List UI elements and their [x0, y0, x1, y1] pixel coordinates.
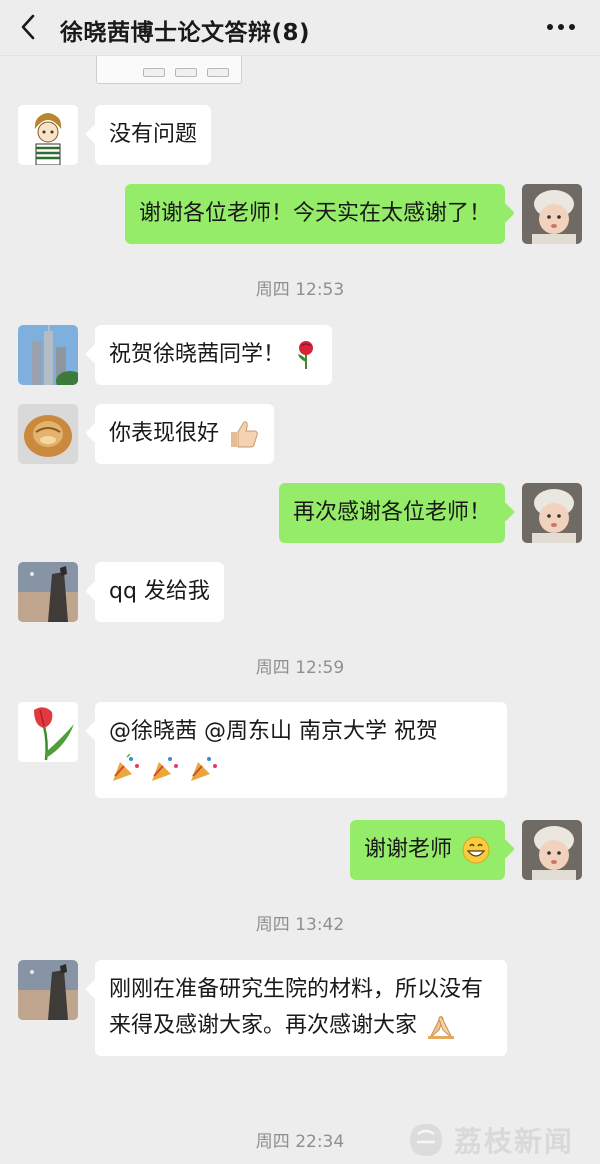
avatar-building[interactable] — [18, 325, 78, 385]
timestamp: 周四 12:53 — [255, 280, 345, 300]
timestamp: 周四 13:42 — [255, 915, 345, 935]
message-bubble[interactable]: 祝贺徐晓茜同学！ — [95, 325, 333, 385]
avatar-self-baby[interactable] — [522, 483, 582, 543]
litchi-news-icon — [410, 1124, 442, 1156]
timestamp: 周四 12:59 — [255, 658, 345, 678]
message-bubble[interactable]: 刚刚在准备研究生院的材料，所以没有来得及感谢大家。再次感谢大家 — [95, 960, 507, 1056]
more-options-icon[interactable] — [544, 12, 578, 42]
avatar-self-baby[interactable] — [522, 184, 582, 244]
grin-emoji — [462, 836, 490, 864]
message-bubble[interactable]: @徐晓茜 @周东山 南京大学 祝贺 — [95, 702, 507, 798]
message-list[interactable]: 没有问题 谢谢各位老师！今天实在太感谢了！ 周四 12:53 祝贺徐晓茜同学！ — [0, 56, 600, 1164]
avatar-cliff[interactable] — [18, 562, 78, 622]
party-popper-emoji — [191, 757, 217, 781]
rose-emoji — [298, 341, 314, 369]
avatar-self-baby[interactable] — [522, 820, 582, 880]
message-bubble-self[interactable]: 再次感谢各位老师！ — [278, 483, 505, 543]
back-arrow-icon[interactable] — [14, 12, 44, 42]
message-bubble-self[interactable]: 谢谢老师 — [349, 820, 505, 880]
thumbs-up-emoji — [231, 421, 258, 448]
chat-header: 徐晓茜博士论文答辩(8) — [0, 0, 600, 56]
message-bubble[interactable]: qq 发给我 — [95, 562, 224, 622]
message-bubble[interactable]: 没有问题 — [95, 105, 212, 165]
avatar-cliff[interactable] — [18, 960, 78, 1020]
watermark-text: 荔枝新闻 — [454, 1125, 575, 1158]
image-message-thumbnail[interactable] — [96, 56, 242, 84]
avatar-tulip[interactable] — [18, 702, 78, 762]
chat-title: 徐晓茜博士论文答辩(8) — [60, 20, 311, 46]
party-popper-emoji-group — [109, 754, 219, 781]
message-bubble[interactable]: 你表现很好 — [95, 404, 275, 464]
party-popper-emoji — [113, 754, 139, 781]
message-bubble-self[interactable]: 谢谢各位老师！今天实在太感谢了！ — [124, 184, 505, 244]
party-popper-emoji — [152, 757, 178, 781]
watermark-logo: 荔枝新闻 — [404, 1118, 594, 1162]
avatar-bread[interactable] — [18, 404, 78, 464]
folded-hands-emoji — [428, 1016, 455, 1039]
avatar-cartoon-boy[interactable] — [18, 105, 78, 165]
